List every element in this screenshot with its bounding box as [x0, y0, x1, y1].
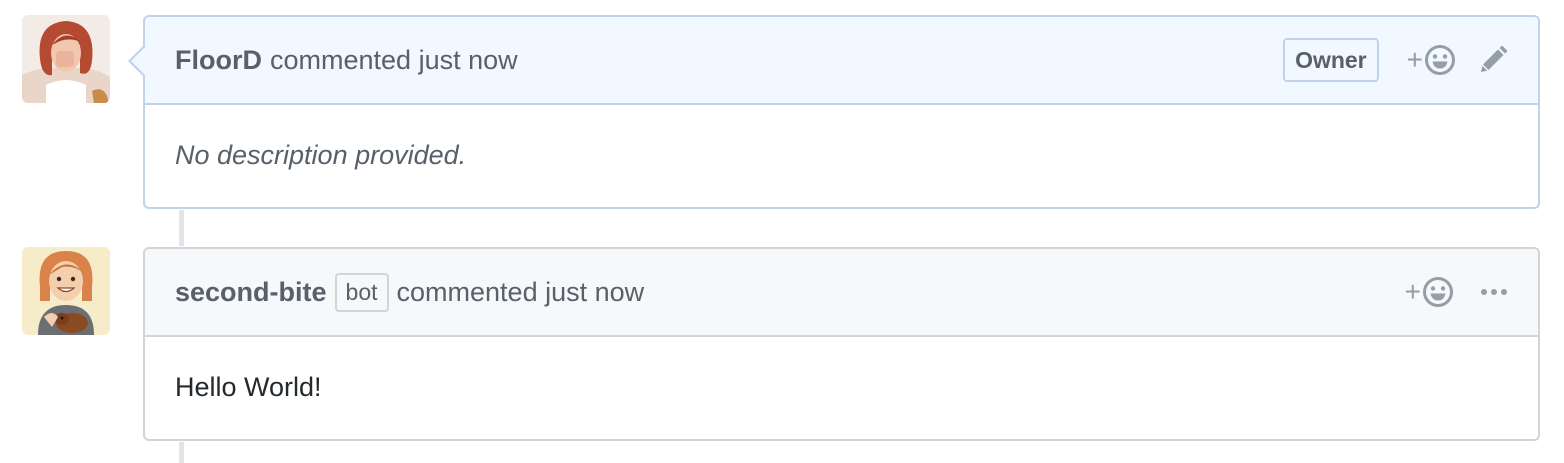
comment-pointer: [128, 45, 145, 77]
comment-floord: FloorD commented just now Owner + No des…: [128, 15, 1540, 209]
smiley-icon: [1423, 277, 1453, 307]
comment-actions: Owner +: [1283, 38, 1508, 82]
plus-icon: +: [1404, 276, 1421, 307]
avatar[interactable]: [22, 247, 110, 335]
plus-icon: +: [1406, 44, 1423, 75]
comment-timestamp[interactable]: commented just now: [270, 45, 518, 76]
owner-badge: Owner: [1283, 38, 1379, 82]
comment-meta: FloorD commented just now: [175, 45, 518, 76]
avatar-cartoon-girl-with-dog-icon: [22, 247, 110, 335]
timeline-connector: [179, 210, 184, 246]
timeline-connector: [179, 442, 184, 463]
avatar-red-haired-woman-icon: [22, 15, 110, 103]
comment-header: second-bite bot commented just now +: [145, 249, 1538, 337]
comment-body: Hello World!: [175, 372, 322, 402]
add-reaction-button[interactable]: +: [1407, 44, 1456, 76]
comment-header: FloorD commented just now Owner +: [128, 17, 1538, 105]
kebab-icon: [1481, 289, 1507, 295]
pencil-icon: [1481, 45, 1508, 72]
author-link[interactable]: second-bite: [175, 277, 327, 308]
comment-meta: second-bite bot commented just now: [175, 272, 645, 312]
add-reaction-button[interactable]: +: [1405, 276, 1454, 308]
smiley-icon: [1425, 45, 1455, 75]
comment-body: No description provided.: [175, 140, 467, 170]
bot-badge: bot: [334, 272, 389, 312]
comment-second-bite: second-bite bot commented just now + Hel…: [143, 247, 1540, 441]
avatar[interactable]: [22, 15, 110, 103]
comment-options-button[interactable]: [1480, 288, 1508, 296]
comment-actions: +: [1405, 276, 1508, 308]
comment-timestamp[interactable]: commented just now: [397, 277, 645, 308]
edit-comment-button[interactable]: [1478, 45, 1508, 75]
author-link[interactable]: FloorD: [175, 45, 262, 76]
